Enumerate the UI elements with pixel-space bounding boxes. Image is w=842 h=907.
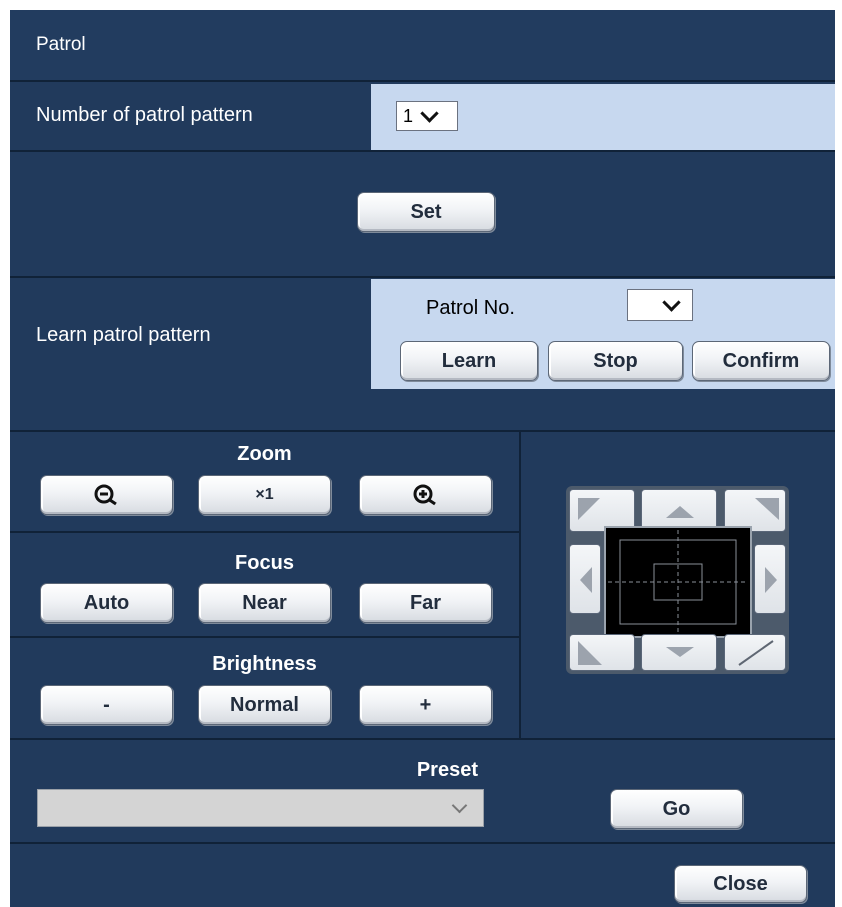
preset-title-text: Preset — [416, 759, 478, 781]
chevron-down-icon — [662, 292, 681, 312]
zoom-out-button[interactable] — [40, 475, 173, 515]
focus-auto-button[interactable]: Auto — [40, 583, 173, 623]
preset-go-button[interactable]: Go — [610, 789, 743, 829]
chevron-down-icon — [451, 797, 468, 814]
preset-title: Preset — [10, 759, 519, 782]
crosshair-icon — [608, 530, 748, 634]
divider — [10, 150, 835, 152]
brightness-plus-button[interactable]: + — [359, 685, 492, 725]
arrow-down-left-icon — [578, 641, 602, 665]
divider — [10, 738, 835, 740]
zoom-reset-button[interactable]: ×1 — [198, 475, 331, 515]
zoom-title: Zoom — [237, 443, 292, 465]
arrow-down-right-icon — [738, 640, 774, 666]
divider — [10, 531, 519, 533]
direction-pad — [566, 486, 789, 674]
number-of-patrol-pattern-label: Number of patrol pattern — [36, 104, 253, 126]
chevron-down-icon — [420, 103, 439, 123]
number-of-patrol-pattern-select[interactable]: 1 — [396, 101, 458, 131]
focus-far-button[interactable]: Far — [359, 583, 492, 623]
pan-down-left-button[interactable] — [569, 634, 635, 671]
pan-down-right-button[interactable] — [724, 634, 786, 671]
learn-button[interactable]: Learn — [400, 341, 538, 381]
number-of-patrol-pattern-value: 1 — [403, 105, 414, 126]
zoom-in-icon — [413, 484, 436, 506]
arrow-left-icon — [580, 567, 592, 593]
learn-patrol-pattern-label: Learn patrol pattern — [36, 324, 211, 346]
zoom-in-button[interactable] — [359, 475, 492, 515]
divider — [10, 636, 519, 638]
patrol-no-label: Patrol No. — [426, 297, 515, 319]
set-button[interactable]: Set — [357, 192, 495, 232]
arrow-down-icon — [666, 647, 694, 657]
panel-title: Patrol — [10, 10, 835, 80]
divider — [10, 80, 835, 82]
stop-button[interactable]: Stop — [548, 341, 683, 381]
divider — [10, 842, 835, 844]
close-button[interactable]: Close — [674, 865, 807, 903]
patrol-no-select[interactable] — [627, 289, 693, 321]
divider — [10, 430, 835, 432]
focus-near-button[interactable]: Near — [198, 583, 331, 623]
divider — [10, 276, 835, 278]
focus-title: Focus — [235, 552, 294, 574]
zoom-out-icon — [94, 484, 117, 506]
pan-left-button[interactable] — [569, 544, 601, 614]
divider — [519, 432, 521, 738]
pan-down-button[interactable] — [641, 634, 717, 671]
brightness-minus-button[interactable]: - — [40, 685, 173, 725]
brightness-title: Brightness — [212, 653, 317, 675]
arrow-right-icon — [765, 567, 777, 593]
brightness-normal-button[interactable]: Normal — [198, 685, 331, 725]
preset-select[interactable] — [37, 789, 484, 827]
position-view[interactable] — [604, 526, 752, 638]
confirm-button[interactable]: Confirm — [692, 341, 830, 381]
title-text: Patrol — [36, 34, 86, 55]
pan-right-button[interactable] — [754, 544, 786, 614]
